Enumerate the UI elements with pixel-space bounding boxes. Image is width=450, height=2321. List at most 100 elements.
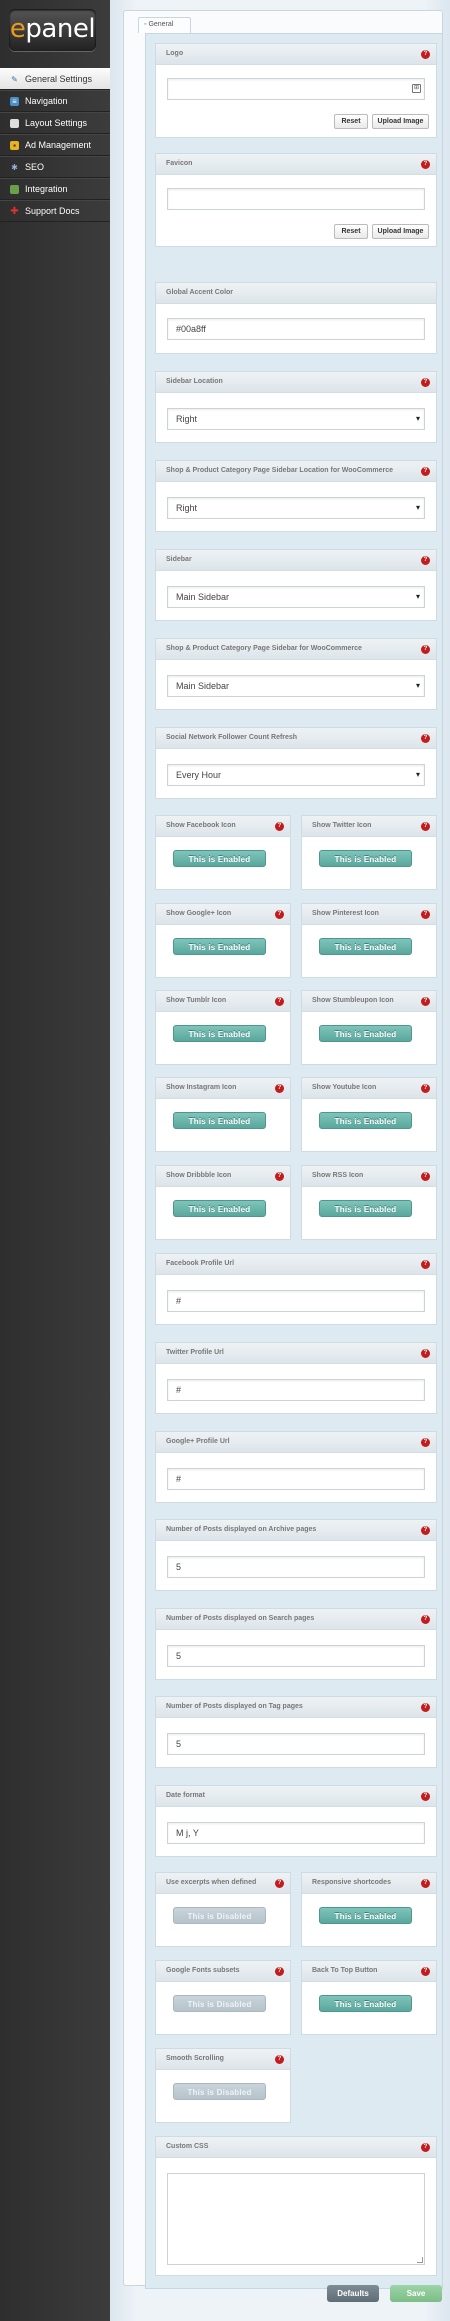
- help-icon[interactable]: ?: [421, 1438, 430, 1447]
- help-icon[interactable]: ?: [275, 1084, 284, 1093]
- stumbleupon-icon-toggle[interactable]: This is Enabled: [319, 1025, 412, 1042]
- dribbble-icon-setting: Show Dribbble Icon? This is Enabled: [155, 1165, 291, 1240]
- setting-label: Show Tumblr Icon: [166, 997, 227, 1004]
- help-icon[interactable]: ?: [275, 2055, 284, 2064]
- favicon-reset-button[interactable]: Reset: [334, 224, 368, 239]
- gplus-icon-setting: Show Google+ Icon? This is Enabled: [155, 903, 291, 978]
- help-icon[interactable]: ?: [421, 50, 430, 59]
- settings-form: Logo? ⊞ Reset Upload Image Favicon? Rese…: [145, 33, 443, 2289]
- shop-sidebar-select[interactable]: Main Sidebar: [167, 675, 425, 697]
- posts-search-input[interactable]: 5: [167, 1645, 425, 1667]
- facebook-icon-toggle[interactable]: This is Enabled: [173, 850, 266, 867]
- sidebar-item-support-docs[interactable]: ✚ Support Docs: [0, 200, 110, 222]
- setting-label: Google Fonts subsets: [166, 1967, 240, 1974]
- help-icon[interactable]: ?: [421, 997, 430, 1006]
- google-fonts-setting: Google Fonts subsets? This is Disabled: [155, 1960, 291, 2035]
- twitter-url-input[interactable]: #: [167, 1379, 425, 1401]
- tab-general[interactable]: ◦ General: [138, 17, 191, 33]
- sidebar-item-navigation[interactable]: ≡ Navigation: [0, 90, 110, 112]
- setting-label: Number of Posts displayed on Search page…: [166, 1615, 315, 1622]
- facebook-url-setting: Facebook Profile Url? #: [155, 1253, 437, 1325]
- help-icon[interactable]: ?: [421, 378, 430, 387]
- setting-label: Use excerpts when defined: [166, 1879, 257, 1886]
- accent-color-input[interactable]: #00a8ff: [167, 318, 425, 340]
- smooth-scrolling-setting: Smooth Scrolling? This is Disabled: [155, 2048, 291, 2123]
- facebook-url-input[interactable]: #: [167, 1290, 425, 1312]
- help-icon[interactable]: ?: [421, 1615, 430, 1624]
- help-icon[interactable]: ?: [421, 1084, 430, 1093]
- tumblr-icon-toggle[interactable]: This is Enabled: [173, 1025, 266, 1042]
- help-icon[interactable]: ?: [421, 1349, 430, 1358]
- logo-upload-button[interactable]: Upload Image: [372, 114, 429, 129]
- rss-icon-toggle[interactable]: This is Enabled: [319, 1200, 412, 1217]
- twitter-icon-toggle[interactable]: This is Enabled: [319, 850, 412, 867]
- help-icon[interactable]: ?: [421, 1172, 430, 1181]
- help-icon[interactable]: ?: [421, 467, 430, 476]
- responsive-shortcodes-toggle[interactable]: This is Enabled: [319, 1907, 412, 1924]
- favicon-upload-button[interactable]: Upload Image: [372, 224, 429, 239]
- youtube-icon-toggle[interactable]: This is Enabled: [319, 1112, 412, 1129]
- seo-icon: ✱: [11, 162, 18, 172]
- help-icon[interactable]: ?: [421, 1260, 430, 1269]
- help-icon[interactable]: ?: [421, 1526, 430, 1535]
- shop-sidebar-location-setting: Shop & Product Category Page Sidebar Loc…: [155, 460, 437, 532]
- posts-tag-input[interactable]: 5: [167, 1733, 425, 1755]
- help-icon[interactable]: ?: [275, 1172, 284, 1181]
- back-to-top-toggle[interactable]: This is Enabled: [319, 1995, 412, 2012]
- sidebar-location-select[interactable]: Right: [167, 408, 425, 430]
- help-icon[interactable]: ?: [421, 1967, 430, 1976]
- responsive-shortcodes-setting: Responsive shortcodes? This is Enabled: [301, 1872, 437, 1947]
- twitter-icon-setting: Show Twitter Icon? This is Enabled: [301, 815, 437, 890]
- pinterest-icon-toggle[interactable]: This is Enabled: [319, 938, 412, 955]
- sidebar-item-general-settings[interactable]: ✎ General Settings: [0, 68, 112, 90]
- sidebar-item-layout-settings[interactable]: Layout Settings: [0, 112, 110, 134]
- gplus-icon-toggle[interactable]: This is Enabled: [173, 938, 266, 955]
- sidebar-item-seo[interactable]: ✱ SEO: [0, 156, 110, 178]
- help-icon[interactable]: ?: [421, 734, 430, 743]
- sidebar-item-ad-management[interactable]: ▪ Ad Management: [0, 134, 110, 156]
- date-format-setting: Date format? M j, Y: [155, 1785, 437, 1857]
- help-icon[interactable]: ?: [421, 1879, 430, 1888]
- setting-label: Shop & Product Category Page Sidebar Loc…: [166, 467, 394, 474]
- follower-refresh-select[interactable]: Every Hour: [167, 764, 425, 786]
- help-icon[interactable]: ?: [421, 160, 430, 169]
- help-icon[interactable]: ?: [275, 997, 284, 1006]
- help-icon[interactable]: ?: [421, 1703, 430, 1712]
- pinterest-icon-setting: Show Pinterest Icon? This is Enabled: [301, 903, 437, 978]
- smooth-scrolling-toggle[interactable]: This is Disabled: [173, 2083, 266, 2100]
- google-fonts-toggle[interactable]: This is Disabled: [173, 1995, 266, 2012]
- posts-archive-input[interactable]: 5: [167, 1556, 425, 1578]
- instagram-icon-toggle[interactable]: This is Enabled: [173, 1112, 266, 1129]
- setting-label: Show Google+ Icon: [166, 910, 232, 917]
- help-icon[interactable]: ?: [421, 556, 430, 565]
- help-icon[interactable]: ?: [275, 910, 284, 919]
- defaults-button[interactable]: Defaults: [327, 2285, 379, 2302]
- custom-css-textarea[interactable]: [167, 2173, 425, 2265]
- sidebar-select[interactable]: Main Sidebar: [167, 586, 425, 608]
- logo-text: panel: [25, 14, 96, 44]
- sidebar-item-integration[interactable]: Integration: [0, 178, 110, 200]
- stumbleupon-icon-setting: Show Stumbleupon Icon? This is Enabled: [301, 990, 437, 1065]
- excerpts-toggle[interactable]: This is Disabled: [173, 1907, 266, 1924]
- epanel-logo: epanel: [9, 9, 96, 51]
- gplus-url-input[interactable]: #: [167, 1468, 425, 1490]
- help-icon[interactable]: ?: [275, 1879, 284, 1888]
- setting-label: Smooth Scrolling: [166, 2055, 224, 2062]
- setting-label: Show RSS Icon: [312, 1172, 364, 1179]
- help-icon[interactable]: ?: [421, 2143, 430, 2152]
- favicon-url-input[interactable]: [167, 188, 425, 210]
- help-icon[interactable]: ?: [421, 822, 430, 831]
- shop-sidebar-location-select[interactable]: Right: [167, 497, 425, 519]
- help-icon[interactable]: ?: [421, 645, 430, 654]
- dribbble-icon-toggle[interactable]: This is Enabled: [173, 1200, 266, 1217]
- setting-label: Google+ Profile Url: [166, 1438, 230, 1445]
- date-format-input[interactable]: M j, Y: [167, 1822, 425, 1844]
- save-button[interactable]: Save: [390, 2285, 442, 2302]
- help-icon[interactable]: ?: [275, 822, 284, 831]
- logo-reset-button[interactable]: Reset: [334, 114, 368, 129]
- logo-url-input[interactable]: [167, 78, 425, 100]
- help-icon[interactable]: ?: [275, 1967, 284, 1976]
- help-icon[interactable]: ?: [421, 910, 430, 919]
- help-icon[interactable]: ?: [421, 1792, 430, 1801]
- upload-icon[interactable]: ⊞: [412, 84, 421, 93]
